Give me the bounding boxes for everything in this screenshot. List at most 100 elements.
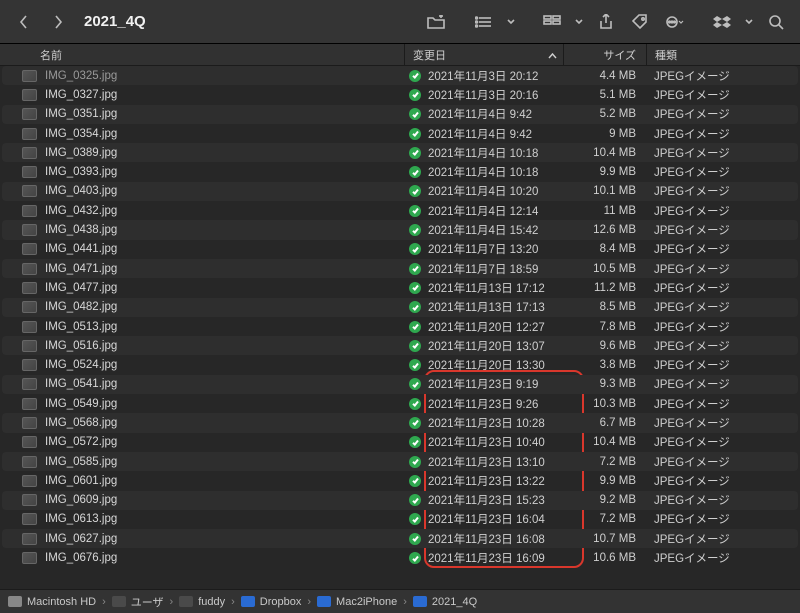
file-date: 2021年11月13日 17:13 <box>424 299 564 315</box>
file-name: IMG_0568.jpg <box>45 417 117 429</box>
file-kind: JPEGイメージ <box>646 376 798 392</box>
table-row[interactable]: IMG_0613.jpg2021年11月23日 16:047.2 MBJPEGイ… <box>2 510 798 529</box>
file-size: 9.3 MB <box>564 378 646 390</box>
path-label: ユーザ <box>131 594 164 610</box>
file-date: 2021年11月23日 13:10 <box>424 454 564 470</box>
table-row[interactable]: IMG_0354.jpg2021年11月4日 9:429 MBJPEGイメージ <box>2 124 798 143</box>
col-kind[interactable]: 種類 <box>647 47 800 63</box>
sync-ok-icon <box>409 359 421 371</box>
file-thumb-icon <box>22 359 37 371</box>
folder-icon <box>179 596 193 607</box>
path-bar[interactable]: Macintosh HD›ユーザ›fuddy›Dropbox›Mac2iPhon… <box>0 589 800 613</box>
table-row[interactable]: IMG_0471.jpg2021年11月7日 18:5910.5 MBJPEGイ… <box>2 259 798 278</box>
table-row[interactable]: IMG_0432.jpg2021年11月4日 12:1411 MBJPEGイメー… <box>2 201 798 220</box>
column-header: 名前 変更日 サイズ 種類 <box>0 44 800 66</box>
search-button[interactable] <box>762 8 790 36</box>
file-thumb-icon <box>22 89 37 101</box>
file-list[interactable]: IMG_0325.jpg2021年11月3日 20:124.4 MBJPEGイメ… <box>0 66 800 568</box>
sync-ok-icon <box>409 340 421 352</box>
new-folder-button[interactable] <box>422 8 450 36</box>
file-size: 8.4 MB <box>564 243 646 255</box>
file-size: 9.2 MB <box>564 494 646 506</box>
table-row[interactable]: IMG_0676.jpg2021年11月23日 16:0910.6 MBJPEG… <box>2 548 798 567</box>
file-date: 2021年11月20日 13:30 <box>424 357 564 373</box>
table-row[interactable]: IMG_0609.jpg2021年11月23日 15:239.2 MBJPEGイ… <box>2 491 798 510</box>
table-row[interactable]: IMG_0441.jpg2021年11月7日 13:208.4 MBJPEGイメ… <box>2 240 798 259</box>
path-segment[interactable]: ユーザ <box>112 594 164 610</box>
file-kind: JPEGイメージ <box>646 319 798 335</box>
table-row[interactable]: IMG_0403.jpg2021年11月4日 10:2010.1 MBJPEGイ… <box>2 182 798 201</box>
table-row[interactable]: IMG_0477.jpg2021年11月13日 17:1211.2 MBJPEG… <box>2 278 798 297</box>
col-date[interactable]: 変更日 <box>405 47 563 63</box>
file-name: IMG_0393.jpg <box>45 166 117 178</box>
file-thumb-icon <box>22 417 37 429</box>
file-date: 2021年11月23日 16:04 <box>424 511 564 527</box>
file-name: IMG_0477.jpg <box>45 282 117 294</box>
file-name: IMG_0613.jpg <box>45 513 117 525</box>
table-row[interactable]: IMG_0541.jpg2021年11月23日 9:199.3 MBJPEGイメ… <box>2 375 798 394</box>
table-row[interactable]: IMG_0393.jpg2021年11月4日 10:189.9 MBJPEGイメ… <box>2 162 798 181</box>
path-segment[interactable]: 2021_4Q <box>413 596 477 608</box>
file-size: 9.9 MB <box>564 166 646 178</box>
table-row[interactable]: IMG_0327.jpg2021年11月3日 20:165.1 MBJPEGイメ… <box>2 85 798 104</box>
sync-ok-icon <box>409 185 421 197</box>
table-row[interactable]: IMG_0549.jpg2021年11月23日 9:2610.3 MBJPEGイ… <box>2 394 798 413</box>
file-date: 2021年11月4日 10:18 <box>424 164 564 180</box>
file-date: 2021年11月3日 20:16 <box>424 87 564 103</box>
group-dropdown-icon[interactable] <box>572 8 586 36</box>
dropbox-dropdown-icon[interactable] <box>742 8 756 36</box>
file-kind: JPEGイメージ <box>646 126 798 142</box>
path-segment[interactable]: Macintosh HD <box>8 596 96 608</box>
file-thumb-icon <box>22 128 37 140</box>
file-thumb-icon <box>22 398 37 410</box>
file-name: IMG_0354.jpg <box>45 128 117 140</box>
file-name: IMG_0541.jpg <box>45 378 117 390</box>
path-segment[interactable]: Dropbox <box>241 596 302 608</box>
path-segment[interactable]: Mac2iPhone <box>317 596 397 608</box>
file-name: IMG_0627.jpg <box>45 533 117 545</box>
action-button[interactable] <box>660 8 688 36</box>
table-row[interactable]: IMG_0482.jpg2021年11月13日 17:138.5 MBJPEGイ… <box>2 298 798 317</box>
dropbox-button[interactable] <box>708 8 736 36</box>
file-kind: JPEGイメージ <box>646 396 798 412</box>
file-size: 10.4 MB <box>564 436 646 448</box>
group-button[interactable] <box>538 8 566 36</box>
table-row[interactable]: IMG_0585.jpg2021年11月23日 13:107.2 MBJPEGイ… <box>2 452 798 471</box>
view-list-button[interactable] <box>470 8 498 36</box>
file-kind: JPEGイメージ <box>646 434 798 450</box>
file-thumb-icon <box>22 513 37 525</box>
table-row[interactable]: IMG_0568.jpg2021年11月23日 10:286.7 MBJPEGイ… <box>2 413 798 432</box>
table-row[interactable]: IMG_0627.jpg2021年11月23日 16:0810.7 MBJPEG… <box>2 529 798 548</box>
table-row[interactable]: IMG_0351.jpg2021年11月4日 9:425.2 MBJPEGイメー… <box>2 105 798 124</box>
file-kind: JPEGイメージ <box>646 106 798 122</box>
sync-ok-icon <box>409 70 421 82</box>
table-row[interactable]: IMG_0516.jpg2021年11月20日 13:079.6 MBJPEGイ… <box>2 336 798 355</box>
table-row[interactable]: IMG_0438.jpg2021年11月4日 15:4212.6 MBJPEGイ… <box>2 220 798 239</box>
col-size[interactable]: サイズ <box>564 47 646 63</box>
tag-button[interactable] <box>626 8 654 36</box>
file-size: 10.6 MB <box>564 552 646 564</box>
folder-icon <box>112 596 126 607</box>
table-row[interactable]: IMG_0325.jpg2021年11月3日 20:124.4 MBJPEGイメ… <box>2 66 798 85</box>
file-thumb-icon <box>22 552 37 564</box>
file-size: 5.1 MB <box>564 89 646 101</box>
col-name[interactable]: 名前 <box>0 47 404 63</box>
table-row[interactable]: IMG_0389.jpg2021年11月4日 10:1810.4 MBJPEGイ… <box>2 143 798 162</box>
table-row[interactable]: IMG_0601.jpg2021年11月23日 13:229.9 MBJPEGイ… <box>2 471 798 490</box>
file-name: IMG_0676.jpg <box>45 552 117 564</box>
back-button[interactable] <box>10 8 38 36</box>
file-name: IMG_0482.jpg <box>45 301 117 313</box>
file-size: 7.2 MB <box>564 513 646 525</box>
table-row[interactable]: IMG_0572.jpg2021年11月23日 10:4010.4 MBJPEG… <box>2 433 798 452</box>
sync-ok-icon <box>409 436 421 448</box>
table-row[interactable]: IMG_0513.jpg2021年11月20日 12:277.8 MBJPEGイ… <box>2 317 798 336</box>
share-button[interactable] <box>592 8 620 36</box>
file-date: 2021年11月4日 9:42 <box>424 106 564 122</box>
file-name: IMG_0471.jpg <box>45 263 117 275</box>
file-size: 11.2 MB <box>564 282 646 294</box>
path-segment[interactable]: fuddy <box>179 596 225 608</box>
forward-button[interactable] <box>44 8 72 36</box>
view-dropdown-icon[interactable] <box>504 8 518 36</box>
table-row[interactable]: IMG_0524.jpg2021年11月20日 13:303.8 MBJPEGイ… <box>2 355 798 374</box>
path-label: 2021_4Q <box>432 596 477 608</box>
